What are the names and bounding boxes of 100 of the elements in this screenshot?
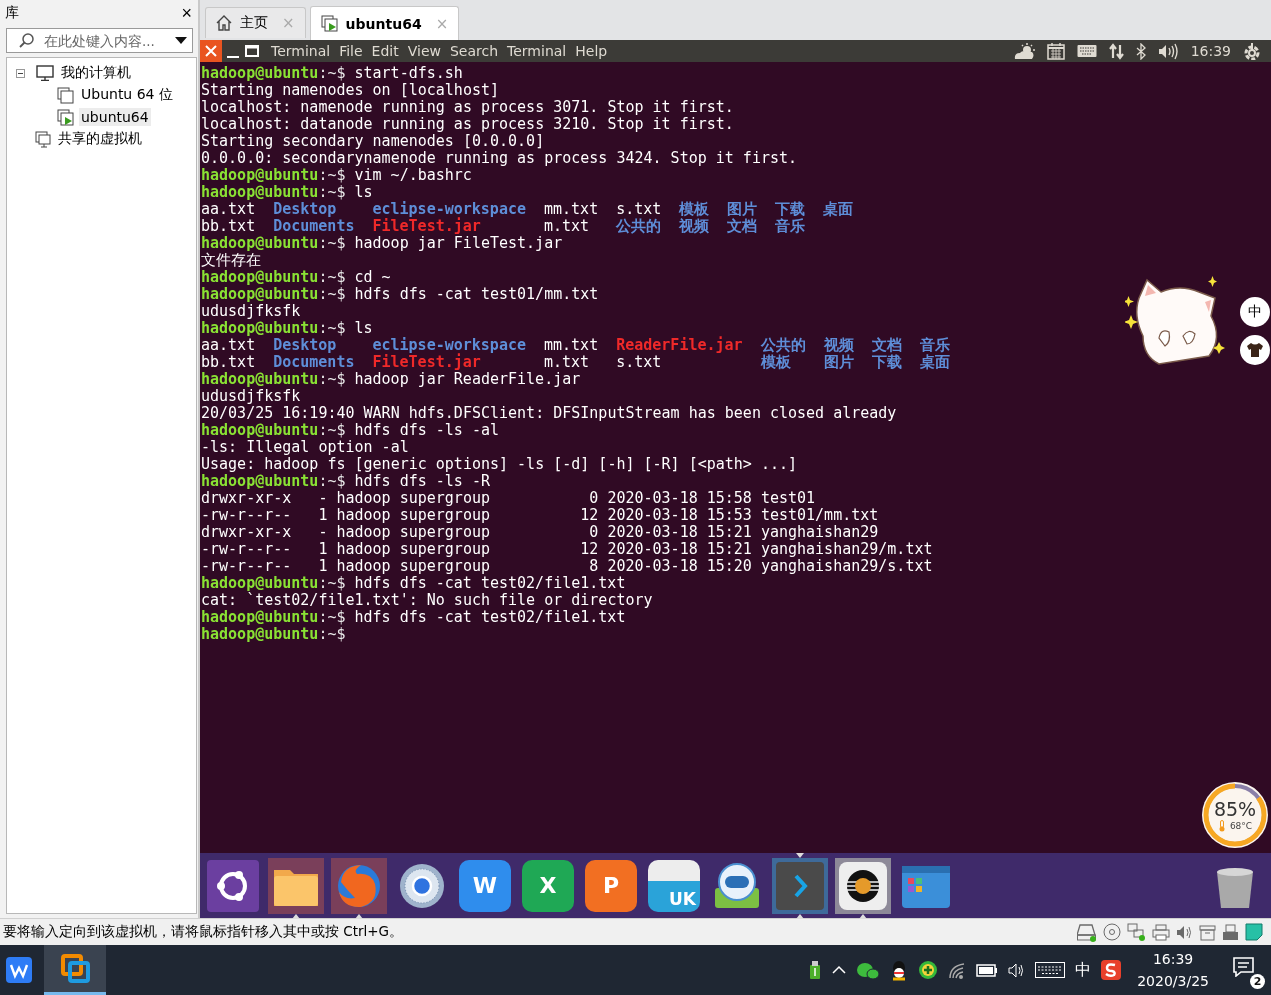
directory-name: 图片 bbox=[823, 354, 854, 371]
volume-icon[interactable] bbox=[1157, 42, 1179, 60]
menu-item[interactable]: Help bbox=[575, 43, 608, 59]
close-icon[interactable] bbox=[200, 40, 222, 62]
usb-drive-icon[interactable] bbox=[808, 960, 823, 980]
clock[interactable]: 16:39 2020/3/25 bbox=[1137, 948, 1209, 992]
file-name: FileTest.jar bbox=[372, 354, 481, 371]
prompt-symbol: :~$ bbox=[318, 319, 346, 337]
maximize-icon[interactable] bbox=[244, 42, 260, 60]
output-line: 文件存在 bbox=[201, 252, 261, 269]
volume-icon[interactable] bbox=[1008, 961, 1026, 979]
temperature-reading: 68°C bbox=[1229, 821, 1253, 831]
file-name: aa.txt bbox=[201, 201, 256, 218]
tree-item[interactable]: 我的计算机 bbox=[59, 63, 133, 83]
command-text: ls bbox=[354, 319, 373, 337]
skin-button[interactable] bbox=[1240, 335, 1270, 365]
vm-icon bbox=[57, 86, 74, 104]
tree-item[interactable]: ubuntu64 bbox=[79, 108, 151, 126]
output-line: localhost: namenode running as process 3071. Stop it first. bbox=[201, 99, 734, 116]
bluetooth-icon[interactable] bbox=[1135, 42, 1146, 60]
directory-name: eclipse-workspace bbox=[372, 201, 526, 218]
tree-item[interactable]: 共享的虚拟机 bbox=[56, 129, 144, 149]
output-line: drwxr-xr-x - hadoop supergroup 0 2020-03-18 15:58 test01 bbox=[201, 490, 816, 507]
output-line: -rw-r--r-- 1 hadoop supergroup 12 2020-03-18 15:53 test01/mm.txt bbox=[201, 507, 879, 524]
prompt-user: hadoop@ubuntu bbox=[201, 166, 319, 184]
tab[interactable]: ubuntu64 × bbox=[309, 6, 460, 40]
menu-item[interactable]: Terminal bbox=[507, 43, 567, 59]
file-name: s.txt bbox=[616, 201, 662, 218]
close-button[interactable]: × bbox=[181, 4, 192, 22]
tree-item[interactable]: Ubuntu 64 位 bbox=[79, 85, 175, 105]
note-icon[interactable] bbox=[1245, 923, 1263, 941]
prompt-user: hadoop@ubuntu bbox=[201, 421, 319, 439]
keyboard-icon[interactable] bbox=[1076, 44, 1097, 58]
overlapping-squares-icon bbox=[60, 954, 90, 983]
directory-name: 公共的 bbox=[760, 337, 806, 354]
prompt-user: hadoop@ubuntu bbox=[201, 472, 319, 490]
menu-item[interactable]: Search bbox=[449, 43, 499, 59]
directory-name: Desktop bbox=[273, 201, 338, 218]
cd-drive-icon[interactable] bbox=[1103, 923, 1121, 941]
collapse-toggle-icon[interactable] bbox=[16, 68, 25, 78]
usb-device-icon[interactable] bbox=[1222, 923, 1239, 941]
tab[interactable]: 主页 × bbox=[205, 7, 306, 38]
output-line: drwxr-xr-x - hadoop supergroup 0 2020-03-18 15:21 yanghaishan29 bbox=[201, 524, 879, 541]
cpu-reading: 85% bbox=[1213, 798, 1257, 820]
cpu-meter-widget[interactable]: 85% 68°C bbox=[1202, 782, 1268, 848]
output-line: Usage: hadoop fs [generic options] -ls [-d] [-h] [-R] [<path> ...] bbox=[201, 456, 798, 473]
plus-circle-icon[interactable] bbox=[918, 960, 939, 980]
file-name: mm.txt bbox=[544, 337, 599, 354]
notification-count: 2 bbox=[1250, 974, 1265, 989]
directory-name: 公共的 bbox=[616, 218, 662, 235]
directory-name: Documents bbox=[273, 218, 355, 235]
search-field[interactable]: 在此处键入内容... bbox=[6, 28, 193, 53]
shirt-icon bbox=[1246, 342, 1264, 358]
search-icon bbox=[19, 33, 34, 48]
shared-vm-icon bbox=[35, 130, 51, 148]
directory-name: 下载 bbox=[775, 201, 806, 218]
status-message: 要将输入定向到该虚拟机，请将鼠标指针移入其中或按 Ctrl+G。 bbox=[3, 923, 404, 941]
prompt-user: hadoop@ubuntu bbox=[201, 285, 319, 303]
prompt-symbol: :~$ bbox=[318, 472, 346, 490]
thermometer-icon bbox=[1217, 820, 1226, 832]
archive-box-icon[interactable] bbox=[1199, 923, 1216, 941]
prompt-symbol: :~$ bbox=[318, 608, 346, 626]
directory-name: 桌面 bbox=[823, 201, 854, 218]
input-method-button[interactable]: 中 bbox=[1240, 297, 1270, 327]
menu-item[interactable]: File bbox=[339, 43, 363, 59]
prompt-symbol: :~$ bbox=[318, 268, 346, 286]
file-name: bb.txt bbox=[201, 354, 256, 371]
clock[interactable]: 16:39 bbox=[1190, 43, 1231, 59]
notification-icon[interactable] bbox=[1233, 957, 1254, 977]
wifi-icon[interactable] bbox=[948, 960, 967, 980]
printer-icon[interactable] bbox=[1152, 923, 1170, 941]
menu-item[interactable]: Terminal bbox=[271, 43, 331, 59]
battery-icon[interactable] bbox=[976, 961, 999, 979]
file-name: aa.txt bbox=[201, 337, 256, 354]
output-line: -rw-r--r-- 1 hadoop supergroup 12 2020-03-18 15:21 yanghaishan29/m.txt bbox=[201, 541, 933, 558]
keyboard-icon[interactable] bbox=[1035, 962, 1066, 978]
hard-disk-icon[interactable] bbox=[1077, 922, 1097, 942]
calendar-icon[interactable] bbox=[1046, 42, 1065, 60]
network-arrows-icon[interactable] bbox=[1108, 42, 1124, 60]
monitor-icon bbox=[36, 65, 54, 81]
network-adapter-icon[interactable] bbox=[1127, 923, 1146, 941]
output-line: Starting secondary namenodes [0.0.0.0] bbox=[201, 133, 545, 150]
sogou-s-icon[interactable] bbox=[1101, 960, 1122, 980]
directory-name: 文档 bbox=[871, 337, 902, 354]
power-settings-icon[interactable] bbox=[1243, 42, 1261, 60]
command-text: hdfs dfs -ls -R bbox=[354, 472, 490, 490]
input-method-indicator[interactable]: 中 bbox=[1075, 959, 1092, 981]
chat-bubbles-icon[interactable] bbox=[856, 960, 881, 980]
command-text: cd ~ bbox=[354, 268, 391, 286]
output-line: cat: `test02/file1.txt': No such file or directory bbox=[201, 592, 653, 609]
prompt-symbol: :~$ bbox=[318, 421, 346, 439]
command-text: hadoop jar ReaderFile.jar bbox=[354, 370, 581, 388]
home-icon bbox=[216, 15, 232, 31]
menu-item[interactable]: Edit bbox=[371, 43, 399, 59]
menu-item[interactable]: View bbox=[407, 43, 441, 59]
prompt-symbol: :~$ bbox=[318, 574, 346, 592]
weather-icon[interactable] bbox=[1012, 42, 1035, 60]
output-line: localhost: datanode running as process 3210. Stop it first. bbox=[201, 116, 734, 133]
prompt-symbol: :~$ bbox=[318, 234, 346, 252]
directory-name: 音乐 bbox=[775, 218, 806, 235]
